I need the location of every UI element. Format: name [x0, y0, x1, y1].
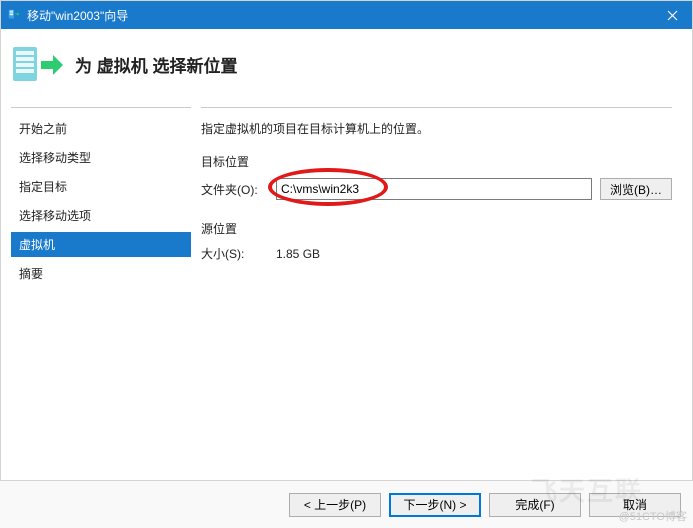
step-label: 选择移动选项: [19, 209, 91, 223]
next-button[interactable]: 下一步(N) >: [389, 493, 481, 517]
divider: [201, 107, 672, 108]
close-icon: [667, 10, 678, 21]
step-virtual-machine[interactable]: 虚拟机: [11, 232, 191, 257]
divider: [11, 107, 191, 108]
wizard-body: 开始之前 选择移动类型 指定目标 选择移动选项 虚拟机 摘要 指定虚拟机的项目在…: [1, 99, 692, 479]
step-choose-move-options[interactable]: 选择移动选项: [11, 203, 191, 228]
wizard-server-icon: [11, 41, 63, 87]
window-close-button[interactable]: [652, 1, 692, 29]
wizard-footer: < 上一步(P) 下一步(N) > 完成(F) 取消: [0, 480, 693, 528]
folder-label: 文件夹(O):: [201, 181, 276, 198]
wizard-header: 为 虚拟机 选择新位置: [1, 29, 692, 99]
wizard-content: 指定虚拟机的项目在目标计算机上的位置。 目标位置 文件夹(O): 浏览(B)… …: [191, 99, 692, 479]
size-label: 大小(S):: [201, 245, 276, 262]
step-label: 指定目标: [19, 180, 67, 194]
step-label: 摘要: [19, 267, 43, 281]
folder-input[interactable]: [276, 178, 592, 200]
page-title: 为 虚拟机 选择新位置: [75, 52, 237, 77]
folder-row: 文件夹(O): 浏览(B)…: [201, 178, 672, 200]
step-label: 开始之前: [19, 122, 67, 136]
step-label: 虚拟机: [19, 238, 55, 252]
step-specify-target[interactable]: 指定目标: [11, 174, 191, 199]
wizard-steps-sidebar: 开始之前 选择移动类型 指定目标 选择移动选项 虚拟机 摘要: [1, 99, 191, 479]
title-bar: 移动"win2003"向导: [1, 1, 692, 29]
destination-section-title: 目标位置: [201, 153, 672, 170]
window-title: 移动"win2003"向导: [27, 7, 652, 24]
size-value: 1.85 GB: [276, 247, 320, 261]
source-section-title: 源位置: [201, 220, 672, 237]
browse-button[interactable]: 浏览(B)…: [600, 178, 672, 200]
size-row: 大小(S): 1.85 GB: [201, 245, 672, 262]
instruction-text: 指定虚拟机的项目在目标计算机上的位置。: [201, 120, 672, 137]
step-before-begin[interactable]: 开始之前: [11, 116, 191, 141]
cancel-button[interactable]: 取消: [589, 493, 681, 517]
previous-button[interactable]: < 上一步(P): [289, 493, 381, 517]
finish-button[interactable]: 完成(F): [489, 493, 581, 517]
step-label: 选择移动类型: [19, 151, 91, 165]
step-choose-move-type[interactable]: 选择移动类型: [11, 145, 191, 170]
step-summary[interactable]: 摘要: [11, 261, 191, 286]
app-icon: [7, 8, 21, 22]
